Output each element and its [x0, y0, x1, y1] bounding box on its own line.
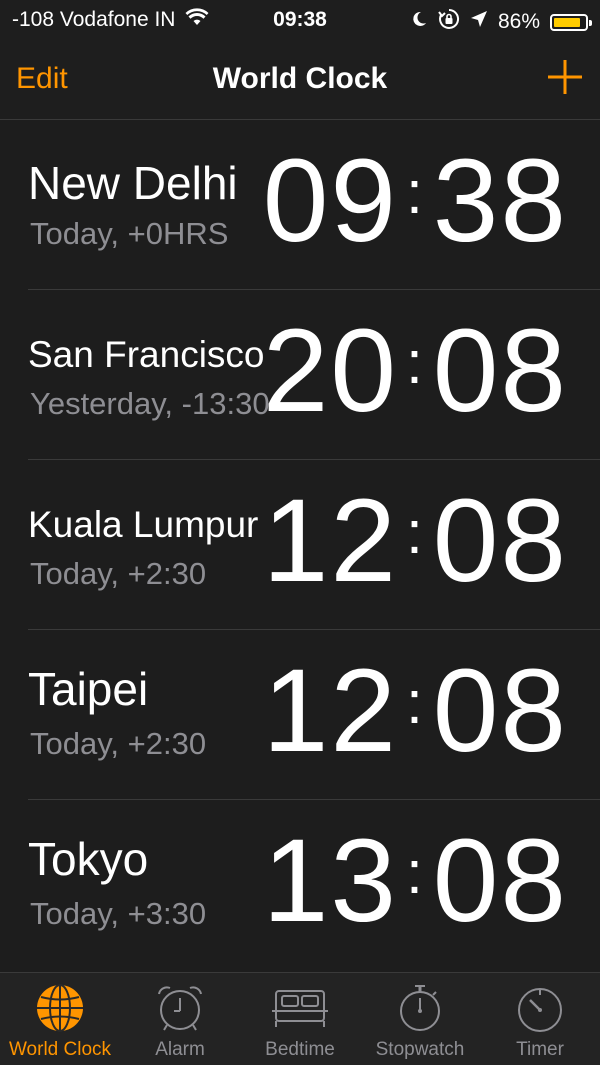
clock-minute: 38: [432, 135, 568, 267]
tab-bar: World Clock Alarm Bedtime Stopwatch Time…: [0, 972, 600, 1065]
alarm-clock-icon: [158, 986, 202, 1031]
status-right: 86%: [410, 8, 592, 36]
page-title: World Clock: [212, 62, 388, 95]
tab-timer[interactable]: Timer: [480, 973, 600, 1065]
time-offset: Today, +3:30: [30, 896, 207, 931]
clock-hour: 09: [262, 135, 399, 267]
tab-world-clock[interactable]: World Clock: [0, 973, 120, 1065]
tab-label: Stopwatch: [375, 1039, 465, 1060]
time-offset: Today, +0HRS: [30, 216, 229, 251]
world-clock-screen: -108 Vodafone IN 09:38 86% Edit World Cl…: [0, 0, 600, 1065]
clock-minute: 08: [432, 815, 568, 947]
city-name: San Francisco: [28, 334, 265, 375]
tab-label: Bedtime: [265, 1039, 335, 1060]
colon-separator: :: [406, 499, 425, 566]
clock-minute: 08: [432, 305, 568, 437]
tab-stopwatch[interactable]: Stopwatch: [360, 973, 480, 1065]
clock-hour: 12: [262, 645, 399, 777]
battery-tip: [589, 19, 592, 26]
clock-row[interactable]: Kuala Lumpur Today, +2:30 12:08: [0, 460, 600, 630]
clock-row[interactable]: Tokyo Today, +3:30 13:08: [0, 800, 600, 970]
moon-icon: [410, 10, 428, 34]
clock-time: 09:38: [263, 142, 568, 260]
clock-minute: 08: [432, 475, 568, 607]
clock-row[interactable]: New Delhi Today, +0HRS 09:38: [0, 120, 600, 290]
colon-separator: :: [406, 159, 425, 226]
city-name: Kuala Lumpur: [28, 504, 259, 545]
nav-bar: Edit World Clock: [0, 40, 600, 120]
location-arrow-icon: [470, 10, 488, 34]
clock-time: 12:08: [263, 482, 568, 600]
time-offset: Today, +2:30: [30, 726, 207, 761]
clock-time: 13:08: [263, 822, 568, 940]
clock-row[interactable]: Taipei Today, +2:30 12:08: [0, 630, 600, 800]
colon-separator: :: [406, 839, 425, 906]
time-offset: Today, +2:30: [30, 556, 207, 591]
city-name: New Delhi: [28, 157, 238, 209]
clock-time: 12:08: [263, 652, 568, 770]
city-name: Taipei: [28, 663, 149, 715]
timer-icon: [518, 988, 562, 1032]
bed-icon: [272, 990, 328, 1027]
time-offset: Yesterday, -13:30: [30, 386, 270, 421]
clock-list: New Delhi Today, +0HRS 09:38 San Francis…: [0, 120, 600, 970]
stopwatch-icon: [400, 985, 440, 1031]
clock-minute: 08: [432, 645, 568, 777]
clock-hour: 12: [262, 475, 399, 607]
tab-label: Timer: [516, 1039, 564, 1060]
colon-separator: :: [406, 669, 425, 736]
tab-bedtime[interactable]: Bedtime: [240, 973, 360, 1065]
clock-time: 20:08: [263, 312, 568, 430]
clock-row[interactable]: San Francisco Yesterday, -13:30 20:08: [0, 290, 600, 460]
tab-label: Alarm: [155, 1039, 205, 1060]
battery-icon: [550, 13, 592, 31]
tab-label: World Clock: [8, 1039, 112, 1060]
clock-hour: 20: [262, 305, 399, 437]
add-button[interactable]: [542, 54, 588, 100]
battery-percent: 86%: [497, 10, 540, 33]
city-name: Tokyo: [28, 833, 149, 885]
tab-alarm[interactable]: Alarm: [120, 973, 240, 1065]
status-bar: -108 Vodafone IN 09:38 86%: [0, 0, 600, 40]
battery-fill: [554, 17, 580, 27]
clock-hour: 13: [262, 815, 399, 947]
globe-icon: [37, 984, 83, 1032]
rotation-lock-icon: [438, 8, 460, 36]
plus-icon: [548, 60, 582, 94]
colon-separator: :: [406, 329, 425, 396]
